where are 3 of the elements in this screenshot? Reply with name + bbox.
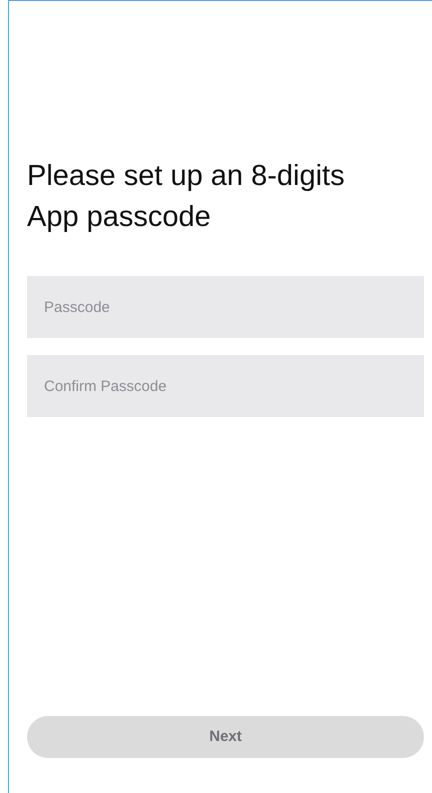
page-title: Please set up an 8-digits App passcode (27, 159, 346, 235)
passcode-field[interactable]: Passcode (27, 276, 424, 338)
passcode-field[interactable]: Confirm Passcode (27, 355, 424, 417)
